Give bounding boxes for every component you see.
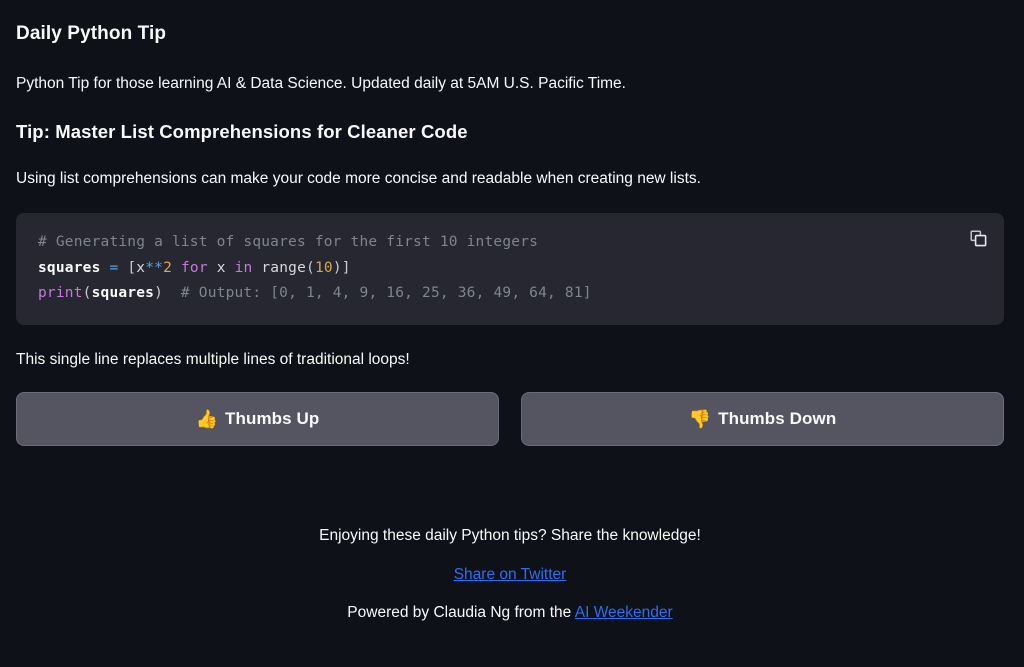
code-token-close-bracket: ] xyxy=(341,259,351,276)
copy-icon[interactable] xyxy=(965,225,991,251)
code-token-equals: = xyxy=(109,259,119,276)
code-line-1-comment: # Generating a list of squares for the f… xyxy=(38,234,539,251)
thumbs-down-button[interactable]: 👎 Thumbs Down xyxy=(521,391,1004,446)
code-token-pow-op: ** xyxy=(145,259,164,276)
code-token-paren-close: ) xyxy=(332,259,342,276)
tip-outro-text: This single line replaces multiple lines… xyxy=(16,350,410,368)
share-on-twitter-link[interactable]: Share on Twitter xyxy=(454,566,567,583)
page-title: Daily Python Tip xyxy=(16,23,167,44)
code-token-loop-var: x xyxy=(216,259,226,276)
page-subtitle: Python Tip for those learning AI & Data … xyxy=(16,74,626,92)
feedback-button-row: 👍 Thumbs Up 👎 Thumbs Down xyxy=(16,391,1004,446)
code-token-print-arg: squares xyxy=(91,285,155,302)
footer: Enjoying these daily Python tips? Share … xyxy=(16,524,1004,626)
thumbs-down-icon: 👎 xyxy=(688,408,712,429)
code-token-in: in xyxy=(234,259,253,276)
code-token-print-paren-open: ( xyxy=(82,285,92,302)
code-token-name: squares xyxy=(38,259,101,276)
code-token-paren-open: ( xyxy=(306,259,315,276)
thumbs-down-label: Thumbs Down xyxy=(718,408,837,428)
code-token-open-bracket: [ xyxy=(127,259,137,276)
powered-by-prefix: Powered by Claudia Ng from the xyxy=(347,603,575,621)
thumbs-up-button[interactable]: 👍 Thumbs Up xyxy=(16,391,499,446)
share-prompt: Enjoying these daily Python tips? Share … xyxy=(319,526,701,544)
tip-heading: Tip: Master List Comprehensions for Clea… xyxy=(16,120,468,142)
code-token-print: print xyxy=(38,285,83,302)
code-token-for: for xyxy=(180,259,208,276)
tip-intro-text: Using list comprehensions can make your … xyxy=(16,169,701,187)
code-token-pow-num: 2 xyxy=(163,259,173,276)
code-token-print-paren-close: ) xyxy=(154,285,164,302)
thumbs-up-label: Thumbs Up xyxy=(225,408,320,428)
ai-weekender-link[interactable]: AI Weekender xyxy=(575,604,673,621)
code-line-3-comment: # Output: [0, 1, 4, 9, 16, 25, 36, 49, 6… xyxy=(180,285,592,302)
code-content: # Generating a list of squares for the f… xyxy=(38,230,986,307)
code-token-var: x xyxy=(136,259,146,276)
powered-by-line: Powered by Claudia Ng from the AI Weeken… xyxy=(16,601,1004,626)
code-token-range-num: 10 xyxy=(314,259,333,276)
code-block: # Generating a list of squares for the f… xyxy=(16,213,1004,325)
app-root: Daily Python Tip Python Tip for those le… xyxy=(0,0,1024,667)
code-token-range: range xyxy=(261,259,307,276)
thumbs-up-icon: 👍 xyxy=(195,408,218,429)
